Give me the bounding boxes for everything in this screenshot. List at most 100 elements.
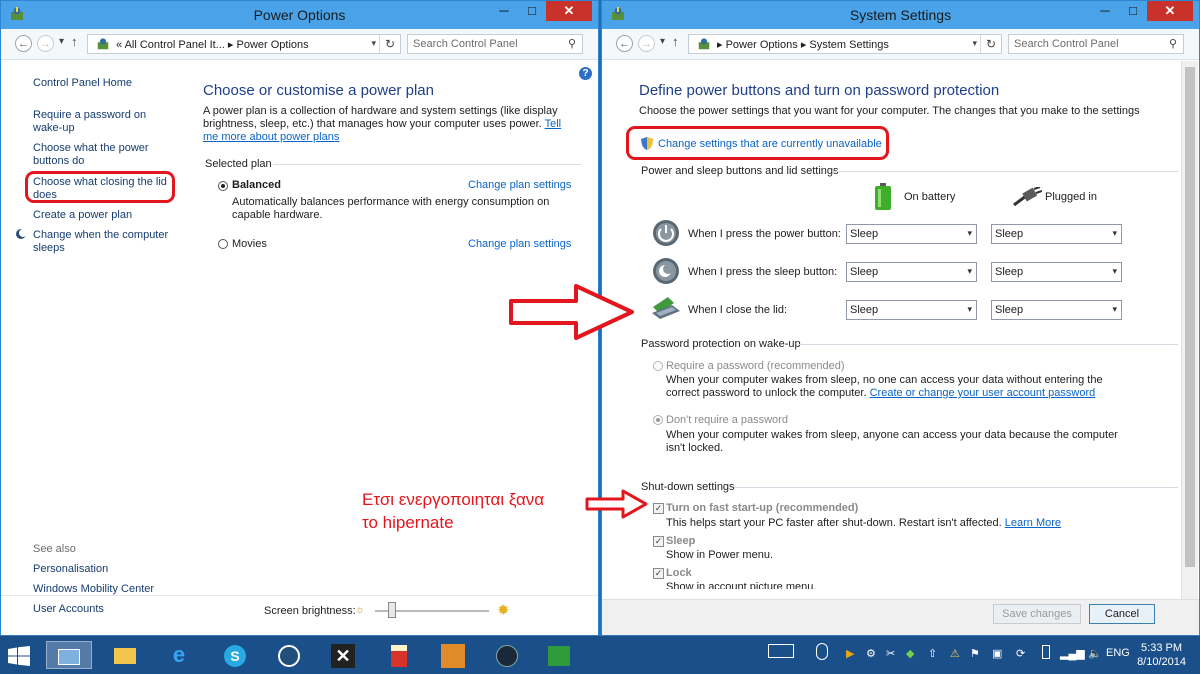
sleep-button-plugged-select[interactable]: Sleep ▾ <box>991 262 1122 282</box>
see-also-personalisation[interactable]: Personalisation <box>33 563 108 576</box>
skype-icon[interactable]: S <box>218 641 252 669</box>
signal-icon[interactable]: ▂▄▆ <box>1060 647 1085 660</box>
cancel-button[interactable]: Cancel <box>1089 604 1155 624</box>
title-bar[interactable]: System Settings ─ □ ✕ <box>602 1 1199 29</box>
balanced-change-settings-link[interactable]: Change plan settings <box>468 179 571 191</box>
refresh-icon[interactable]: ↻ <box>379 35 400 53</box>
tray-steam-icon[interactable]: ⚙ <box>866 647 876 660</box>
breadcrumb-power-options[interactable]: Power Options <box>237 39 309 51</box>
address-bar[interactable]: « All Control Panel It... ▸ Power Option… <box>87 34 401 54</box>
tray-upload-icon[interactable]: ⇧ <box>928 647 937 660</box>
title-bar[interactable]: Power Options ─ □ ✕ <box>1 1 598 29</box>
mouse-icon[interactable] <box>816 643 828 660</box>
tray-warning-icon[interactable]: ⚠ <box>950 647 960 660</box>
steam-icon[interactable] <box>490 641 524 669</box>
require-password-description: When your computer wakes from sleep, no … <box>666 374 1136 400</box>
forward-button[interactable]: → <box>37 35 54 52</box>
learn-more-link[interactable]: Learn More <box>1005 517 1061 529</box>
maximize-button[interactable]: □ <box>1119 1 1147 21</box>
plan-balanced-name: Balanced <box>232 179 281 191</box>
search-input[interactable]: Search Control Panel ⚲ <box>407 34 583 54</box>
brightness-slider-thumb[interactable] <box>388 602 396 618</box>
lock-checkbox[interactable]: ✓ <box>653 568 664 579</box>
plan-balanced-radio[interactable] <box>218 181 228 191</box>
forward-button[interactable]: → <box>638 35 655 52</box>
minimize-button[interactable]: ─ <box>1091 1 1119 21</box>
back-button[interactable]: ← <box>616 35 633 52</box>
movies-change-settings-link[interactable]: Change plan settings <box>468 238 571 250</box>
refresh-icon[interactable]: ↻ <box>980 35 1001 53</box>
sleep-checkbox[interactable]: ✓ <box>653 536 664 547</box>
breadcrumb-all-items[interactable]: All Control Panel It... <box>125 39 225 51</box>
breadcrumb-arrow-icon[interactable]: ▸ <box>228 39 234 51</box>
create-password-link[interactable]: Create or change your user account passw… <box>870 387 1096 399</box>
address-dropdown-icon[interactable]: ▾ <box>972 38 977 49</box>
language-indicator[interactable]: ENG <box>1106 647 1130 659</box>
battery-tray-icon[interactable] <box>1042 645 1050 659</box>
page-description: A power plan is a collection of hardware… <box>203 105 578 144</box>
close-button[interactable]: ✕ <box>1147 1 1193 21</box>
dont-require-description: When your computer wakes from sleep, any… <box>666 429 1118 454</box>
power-button-plugged-select[interactable]: Sleep ▾ <box>991 224 1122 244</box>
volume-icon[interactable]: 🔈 <box>1088 647 1102 660</box>
tray-tool-icon[interactable]: ✂ <box>886 647 895 660</box>
store-icon[interactable] <box>542 641 576 669</box>
maximize-button[interactable]: □ <box>518 1 546 21</box>
cross-app-icon[interactable]: ✕ <box>326 641 360 669</box>
clock[interactable]: 5:33 PM 8/10/2014 <box>1137 641 1186 669</box>
description-text: A power plan is a collection of hardware… <box>203 105 558 130</box>
sidebar-change-sleep[interactable]: Change when the computer sleeps <box>33 229 173 255</box>
sidebar-power-buttons[interactable]: Choose what the power buttons do <box>33 142 163 168</box>
help-icon[interactable]: ? <box>579 67 592 80</box>
popcorn-icon[interactable] <box>382 641 416 669</box>
tray-network-app-icon[interactable]: ◆ <box>906 647 914 660</box>
tray-sync-icon[interactable]: ⟳ <box>1016 647 1025 660</box>
control-panel-taskbar-icon[interactable] <box>46 641 92 669</box>
password-section-label: Password protection on wake-up <box>641 338 801 350</box>
breadcrumb-separator: « <box>116 39 123 51</box>
tray-flag-icon[interactable]: ⚑ <box>970 647 980 660</box>
up-button[interactable]: ↑ <box>672 34 679 49</box>
up-button[interactable]: ↑ <box>71 34 78 49</box>
require-password-radio[interactable] <box>653 361 663 371</box>
search-icon[interactable]: ⚲ <box>1169 37 1177 50</box>
minimize-button[interactable]: ─ <box>490 1 518 21</box>
sidebar-require-password[interactable]: Require a password on wake-up <box>33 109 163 135</box>
tray-display-icon[interactable]: ▣ <box>992 647 1002 660</box>
scrollbar-thumb[interactable] <box>1185 67 1195 567</box>
dont-require-password-radio[interactable] <box>653 415 663 425</box>
breadcrumb-arrow-icon[interactable]: ▸ <box>717 39 723 51</box>
recent-dropdown-icon[interactable]: ▾ <box>660 36 665 47</box>
search-icon[interactable]: ⚲ <box>568 37 576 50</box>
search-input[interactable]: Search Control Panel ⚲ <box>1008 34 1184 54</box>
power-plug-icon <box>1013 187 1042 207</box>
dim-sun-icon: ☼ <box>355 604 366 616</box>
breadcrumb-system-settings[interactable]: System Settings <box>809 39 888 51</box>
back-button[interactable]: ← <box>15 35 32 52</box>
game-app-icon[interactable] <box>436 641 470 669</box>
see-also-user-accounts[interactable]: User Accounts <box>33 603 104 616</box>
keyboard-icon[interactable] <box>768 644 794 658</box>
power-button-battery-select[interactable]: Sleep ▾ <box>846 224 977 244</box>
recent-dropdown-icon[interactable]: ▾ <box>59 36 64 47</box>
control-panel-home-link[interactable]: Control Panel Home <box>33 77 132 90</box>
fast-startup-checkbox[interactable]: ✓ <box>653 503 664 514</box>
file-explorer-icon[interactable] <box>108 641 142 669</box>
fast-startup-description: This helps start your PC faster after sh… <box>666 517 1061 529</box>
sidebar-create-plan[interactable]: Create a power plan <box>33 209 132 222</box>
breadcrumb-arrow-icon[interactable]: ▸ <box>801 39 807 51</box>
close-lid-battery-select[interactable]: Sleep ▾ <box>846 300 977 320</box>
internet-explorer-icon[interactable]: e <box>162 641 196 669</box>
breadcrumb-power-options[interactable]: Power Options <box>726 39 798 51</box>
address-bar[interactable]: ▸ Power Options ▸ System Settings ▾ ↻ <box>688 34 1002 54</box>
address-dropdown-icon[interactable]: ▾ <box>371 38 376 49</box>
close-button[interactable]: ✕ <box>546 1 592 21</box>
close-lid-plugged-select[interactable]: Sleep ▾ <box>991 300 1122 320</box>
plan-movies-radio[interactable] <box>218 239 228 249</box>
sleep-button-battery-select[interactable]: Sleep ▾ <box>846 262 977 282</box>
vertical-scrollbar[interactable] <box>1181 61 1198 599</box>
dvd-player-icon[interactable] <box>272 641 306 669</box>
save-changes-button[interactable]: Save changes <box>993 604 1081 624</box>
tray-app-icon[interactable]: ▶ <box>846 647 854 660</box>
windows-start-icon[interactable] <box>8 646 30 666</box>
